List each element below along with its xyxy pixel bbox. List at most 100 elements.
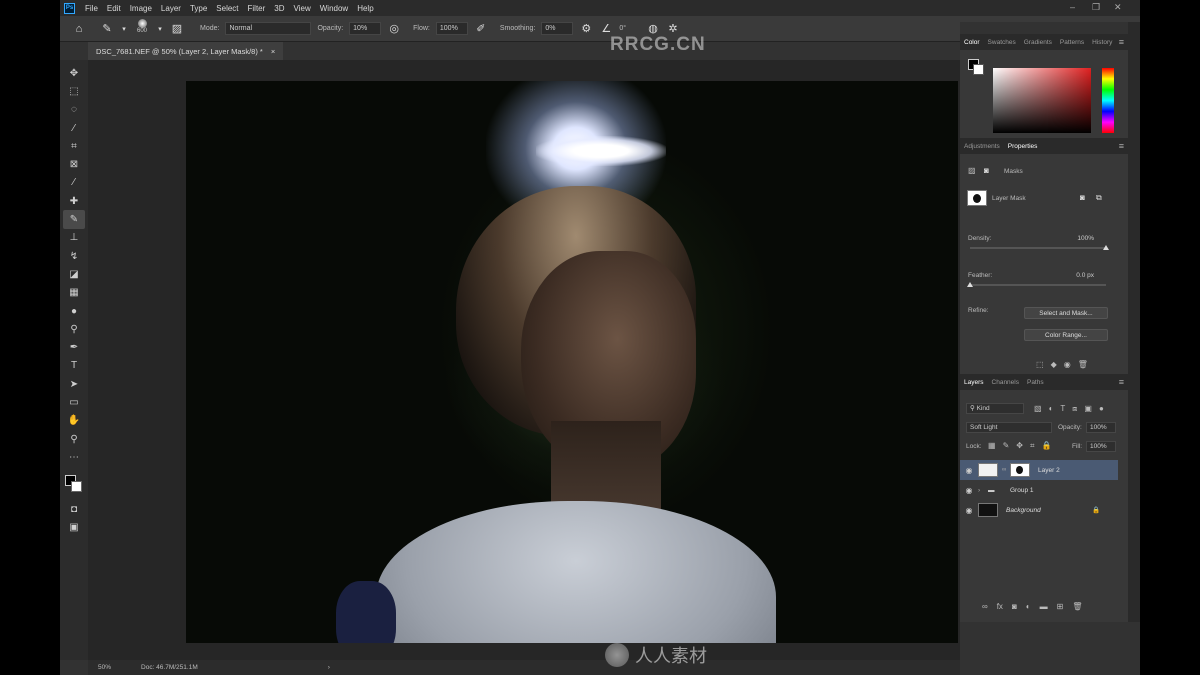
filter-pixel-icon[interactable]: ▧ bbox=[1034, 404, 1042, 414]
brush-settings-icon[interactable]: ▨ bbox=[170, 22, 184, 35]
frame-tool-icon[interactable]: ⊠ bbox=[63, 155, 85, 173]
quick-select-tool-icon[interactable]: ⁄ bbox=[63, 119, 85, 137]
background-color-swatch[interactable] bbox=[973, 64, 984, 75]
blend-mode-select[interactable]: Soft Light bbox=[966, 422, 1052, 433]
tab-channels[interactable]: Channels bbox=[992, 379, 1019, 386]
rectangle-tool-icon[interactable]: ▭ bbox=[63, 393, 85, 411]
status-menu-arrow[interactable]: › bbox=[328, 664, 330, 671]
link-layers-icon[interactable]: ∞ bbox=[982, 602, 988, 611]
brush-tool-icon[interactable]: ✎ bbox=[100, 22, 114, 35]
zoom-tool-icon[interactable]: ⚲ bbox=[63, 430, 85, 448]
canvas-area[interactable] bbox=[88, 60, 960, 660]
tab-patterns[interactable]: Patterns bbox=[1060, 39, 1084, 46]
filter-smart-object-icon[interactable]: ▣ bbox=[1084, 404, 1092, 414]
eyedropper-tool-icon[interactable]: ⁄ bbox=[63, 174, 85, 192]
panel-menu-icon[interactable]: ≡ bbox=[1119, 141, 1124, 151]
tab-layers[interactable]: Layers bbox=[964, 379, 984, 386]
layer-row-layer-2[interactable]: ◉ ∞ Layer 2 bbox=[960, 460, 1118, 480]
menu-edit[interactable]: Edit bbox=[107, 4, 121, 13]
layer-opacity-field[interactable]: 100% bbox=[1086, 422, 1116, 433]
more-tools-icon[interactable]: ⋯ bbox=[63, 448, 85, 466]
lock-all-icon[interactable]: 🔒 bbox=[1041, 441, 1051, 451]
angle-value[interactable]: 0° bbox=[619, 25, 626, 32]
feather-value[interactable]: 0.0 px bbox=[1064, 272, 1094, 279]
tab-swatches[interactable]: Swatches bbox=[988, 39, 1016, 46]
mode-select[interactable]: Normal bbox=[225, 22, 312, 35]
chevron-right-icon[interactable]: › bbox=[978, 487, 988, 494]
smoothing-options-gear-icon[interactable]: ⚙ bbox=[579, 22, 593, 35]
airbrush-icon[interactable]: ✐ bbox=[474, 22, 488, 35]
tab-history[interactable]: History bbox=[1092, 39, 1112, 46]
feather-slider-knob[interactable] bbox=[967, 282, 973, 287]
filter-type-icon[interactable]: T bbox=[1060, 404, 1065, 414]
density-slider-track[interactable] bbox=[970, 247, 1106, 249]
menu-help[interactable]: Help bbox=[357, 4, 373, 13]
minimize-icon[interactable]: – bbox=[1070, 2, 1075, 12]
filter-shape-icon[interactable]: ⧈ bbox=[1072, 404, 1077, 414]
eraser-tool-icon[interactable]: ◪ bbox=[63, 265, 85, 283]
layer-style-fx-icon[interactable]: fx bbox=[997, 602, 1003, 611]
visibility-eye-icon[interactable]: ◉ bbox=[960, 506, 978, 515]
tab-color[interactable]: Color bbox=[964, 39, 980, 46]
density-slider-knob[interactable] bbox=[1103, 245, 1109, 250]
mask-icon[interactable]: ◙ bbox=[984, 166, 989, 175]
panel-menu-icon[interactable]: ≡ bbox=[1119, 377, 1124, 387]
lock-artboard-icon[interactable]: ⌗ bbox=[1030, 441, 1035, 451]
document-tab[interactable]: DSC_7681.NEF @ 50% (Layer 2, Layer Mask/… bbox=[88, 42, 284, 60]
color-swatches[interactable] bbox=[63, 473, 85, 495]
zoom-level[interactable]: 50% bbox=[98, 664, 111, 671]
menu-file[interactable]: File bbox=[85, 4, 98, 13]
pixel-mask-icon[interactable]: ▨ bbox=[968, 166, 976, 175]
color-field[interactable] bbox=[993, 68, 1091, 133]
flow-field[interactable]: 100% bbox=[435, 22, 468, 35]
visibility-eye-icon[interactable]: ◉ bbox=[960, 466, 978, 475]
menu-layer[interactable]: Layer bbox=[161, 4, 181, 13]
tab-paths[interactable]: Paths bbox=[1027, 379, 1044, 386]
chevron-down-icon[interactable]: ▾ bbox=[120, 25, 128, 33]
lock-transparency-icon[interactable]: ▦ bbox=[988, 441, 996, 451]
smoothing-field[interactable]: 0% bbox=[541, 22, 574, 35]
load-selection-icon[interactable]: ⬚ bbox=[1036, 360, 1044, 369]
quick-mask-icon[interactable]: ◘ bbox=[63, 501, 85, 519]
home-icon[interactable]: ⌂ bbox=[72, 23, 86, 35]
background-color-swatch[interactable] bbox=[71, 480, 82, 492]
close-window-icon[interactable]: ✕ bbox=[1114, 2, 1122, 13]
vector-mask-add-icon[interactable]: ⧉ bbox=[1096, 193, 1102, 203]
tab-adjustments[interactable]: Adjustments bbox=[964, 143, 1000, 150]
layer-fill-field[interactable]: 100% bbox=[1086, 441, 1116, 452]
select-and-mask-button[interactable]: Select and Mask... bbox=[1024, 307, 1108, 319]
layer-row-group-1[interactable]: ◉ › ▬ Group 1 bbox=[960, 480, 1118, 500]
healing-brush-tool-icon[interactable]: ✚ bbox=[63, 192, 85, 210]
hue-slider[interactable] bbox=[1102, 68, 1114, 133]
add-mask-icon[interactable]: ◙ bbox=[1012, 602, 1017, 611]
adjustment-layer-icon[interactable]: ◐ bbox=[1026, 602, 1031, 611]
visibility-eye-icon[interactable]: ◉ bbox=[960, 486, 978, 495]
menu-3d[interactable]: 3D bbox=[274, 4, 284, 13]
menu-filter[interactable]: Filter bbox=[248, 4, 266, 13]
panel-menu-icon[interactable]: ≡ bbox=[1119, 37, 1124, 47]
filter-adjustment-icon[interactable]: ◐ bbox=[1049, 404, 1054, 414]
path-selection-tool-icon[interactable]: ➤ bbox=[63, 375, 85, 393]
chevron-down-icon[interactable]: ▾ bbox=[156, 25, 164, 33]
delete-mask-trash-icon[interactable]: 🗑 bbox=[1078, 360, 1088, 369]
layer-mask-thumbnail[interactable] bbox=[967, 190, 987, 206]
close-tab-icon[interactable]: × bbox=[271, 47, 275, 56]
move-tool-icon[interactable]: ✥ bbox=[63, 64, 85, 82]
brush-preset-picker[interactable]: 600 bbox=[134, 18, 150, 39]
filter-toggle-icon[interactable]: ● bbox=[1099, 404, 1104, 414]
new-group-folder-icon[interactable]: ▬ bbox=[1040, 602, 1048, 611]
lasso-tool-icon[interactable]: ◌ bbox=[63, 101, 85, 119]
type-tool-icon[interactable]: T bbox=[63, 357, 85, 375]
pixel-mask-select-icon[interactable]: ◙ bbox=[1080, 193, 1085, 202]
restore-icon[interactable]: ❐ bbox=[1092, 2, 1100, 13]
clone-stamp-tool-icon[interactable]: ⊥ bbox=[63, 229, 85, 247]
disable-mask-eye-icon[interactable]: ◉ bbox=[1064, 360, 1071, 369]
hand-tool-icon[interactable]: ✋ bbox=[63, 412, 85, 430]
marquee-tool-icon[interactable]: ⬚ bbox=[63, 82, 85, 100]
opacity-field[interactable]: 10% bbox=[349, 22, 382, 35]
density-value[interactable]: 100% bbox=[1064, 235, 1094, 242]
brush-tool-icon[interactable]: ✎ bbox=[63, 210, 85, 229]
lock-position-icon[interactable]: ✥ bbox=[1016, 441, 1023, 451]
color-range-button[interactable]: Color Range... bbox=[1024, 329, 1108, 341]
lock-pixels-brush-icon[interactable]: ✎ bbox=[1003, 441, 1010, 451]
